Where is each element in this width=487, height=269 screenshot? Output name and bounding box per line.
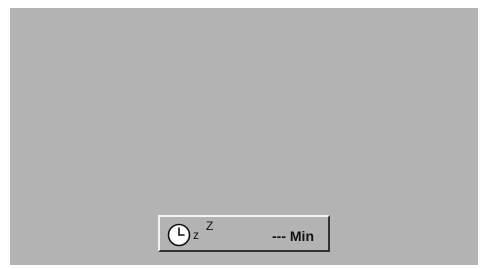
- sleep-symbol-large: Z: [206, 219, 214, 233]
- tv-screen: z Z --- Min: [10, 8, 478, 265]
- sleep-timer-value: --- Min: [272, 228, 314, 244]
- clock-icon: [167, 223, 191, 247]
- sleep-symbol-small: z: [193, 228, 199, 242]
- sleep-timer-display: z Z --- Min: [158, 215, 330, 252]
